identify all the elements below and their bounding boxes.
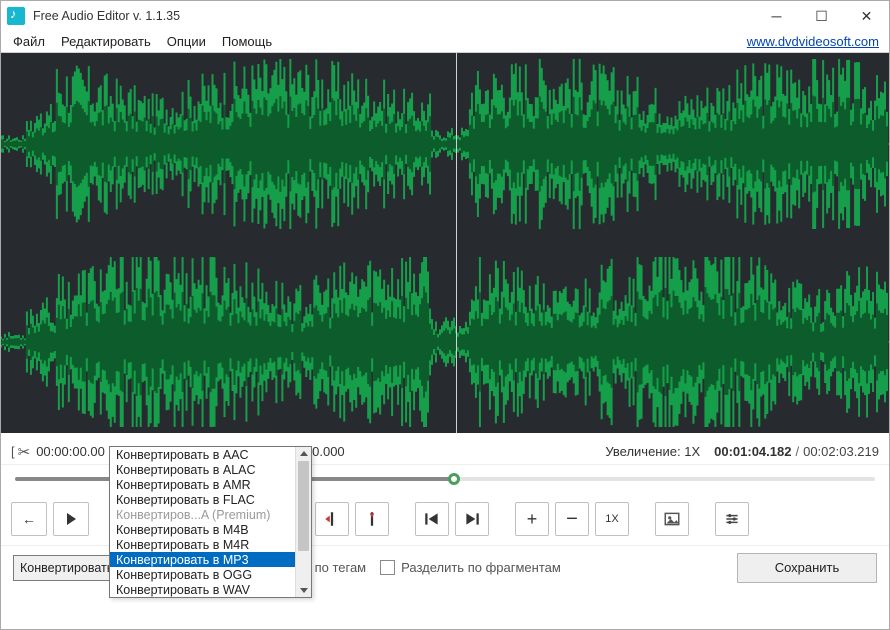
zoom-reset-button[interactable]: 1X xyxy=(595,502,629,536)
format-option: Конвертиров...A (Premium) xyxy=(110,507,295,522)
zoom-value: 1X xyxy=(684,444,700,459)
website-link[interactable]: www.dvdvideosoft.com xyxy=(747,34,885,49)
format-option[interactable]: Конвертировать в WAV xyxy=(110,582,295,597)
marker-out-button[interactable] xyxy=(355,502,389,536)
undo-button[interactable]: ← xyxy=(11,502,47,536)
split-by-fragments-checkbox[interactable]: Разделить по фрагментам xyxy=(380,560,561,575)
settings-button[interactable] xyxy=(715,502,749,536)
redo-button[interactable] xyxy=(53,502,89,536)
zoom-in-button[interactable]: + xyxy=(515,502,549,536)
save-button[interactable]: Сохранить xyxy=(737,553,877,583)
format-option[interactable]: Конвертировать в AMR xyxy=(110,477,295,492)
waveform-channel-left xyxy=(1,59,889,229)
selection-start-time: 00:00:00.00 xyxy=(36,444,105,459)
title-bar: Free Audio Editor v. 1.1.35 ─ ☐ ✕ xyxy=(1,1,889,31)
menu-options[interactable]: Опции xyxy=(159,32,214,51)
skip-start-button[interactable] xyxy=(415,502,449,536)
image-button[interactable] xyxy=(655,502,689,536)
app-icon xyxy=(7,7,25,25)
format-option[interactable]: Конвертировать в M4B xyxy=(110,522,295,537)
checkbox-icon xyxy=(380,560,395,575)
format-option[interactable]: Конвертировать в OGG xyxy=(110,567,295,582)
waveform-channel-right xyxy=(1,257,889,427)
close-button[interactable]: ✕ xyxy=(844,1,889,31)
split-by-fragments-label: Разделить по фрагментам xyxy=(401,560,561,575)
minimize-button[interactable]: ─ xyxy=(754,1,799,31)
seek-thumb[interactable] xyxy=(448,473,460,485)
format-dropdown-popup[interactable]: Конвертировать в AACКонвертировать в ALA… xyxy=(109,446,312,598)
skip-end-button[interactable] xyxy=(455,502,489,536)
menu-edit[interactable]: Редактировать xyxy=(53,32,159,51)
total-time: 00:02:03.219 xyxy=(803,444,879,459)
window-title: Free Audio Editor v. 1.1.35 xyxy=(33,9,754,23)
scrollbar-thumb[interactable] xyxy=(298,461,309,551)
menu-bar: Файл Редактировать Опции Помощь www.dvdv… xyxy=(1,31,889,53)
menu-help[interactable]: Помощь xyxy=(214,32,280,51)
format-option[interactable]: Конвертировать в ALAC xyxy=(110,462,295,477)
playhead-line[interactable] xyxy=(456,53,457,433)
selection-bracket-icon: [ xyxy=(11,444,15,459)
waveform-area[interactable] xyxy=(1,53,889,433)
format-option[interactable]: Конвертировать в MP3 xyxy=(110,552,295,567)
menu-file[interactable]: Файл xyxy=(5,32,53,51)
current-time: 00:01:04.182 xyxy=(714,444,791,459)
format-option[interactable]: Конвертировать в AAC xyxy=(110,447,295,462)
format-dropdown-list[interactable]: Конвертировать в AACКонвертировать в ALA… xyxy=(110,447,295,597)
maximize-button[interactable]: ☐ xyxy=(799,1,844,31)
dropdown-scrollbar[interactable] xyxy=(295,447,311,597)
format-option[interactable]: Конвертировать в FLAC xyxy=(110,492,295,507)
format-option[interactable]: Конвертировать в M4R xyxy=(110,537,295,552)
zoom-label: Увеличение: xyxy=(605,444,680,459)
marker-in-button[interactable] xyxy=(315,502,349,536)
zoom-out-button[interactable]: − xyxy=(555,502,589,536)
scissors-icon: ✂ xyxy=(18,443,31,461)
